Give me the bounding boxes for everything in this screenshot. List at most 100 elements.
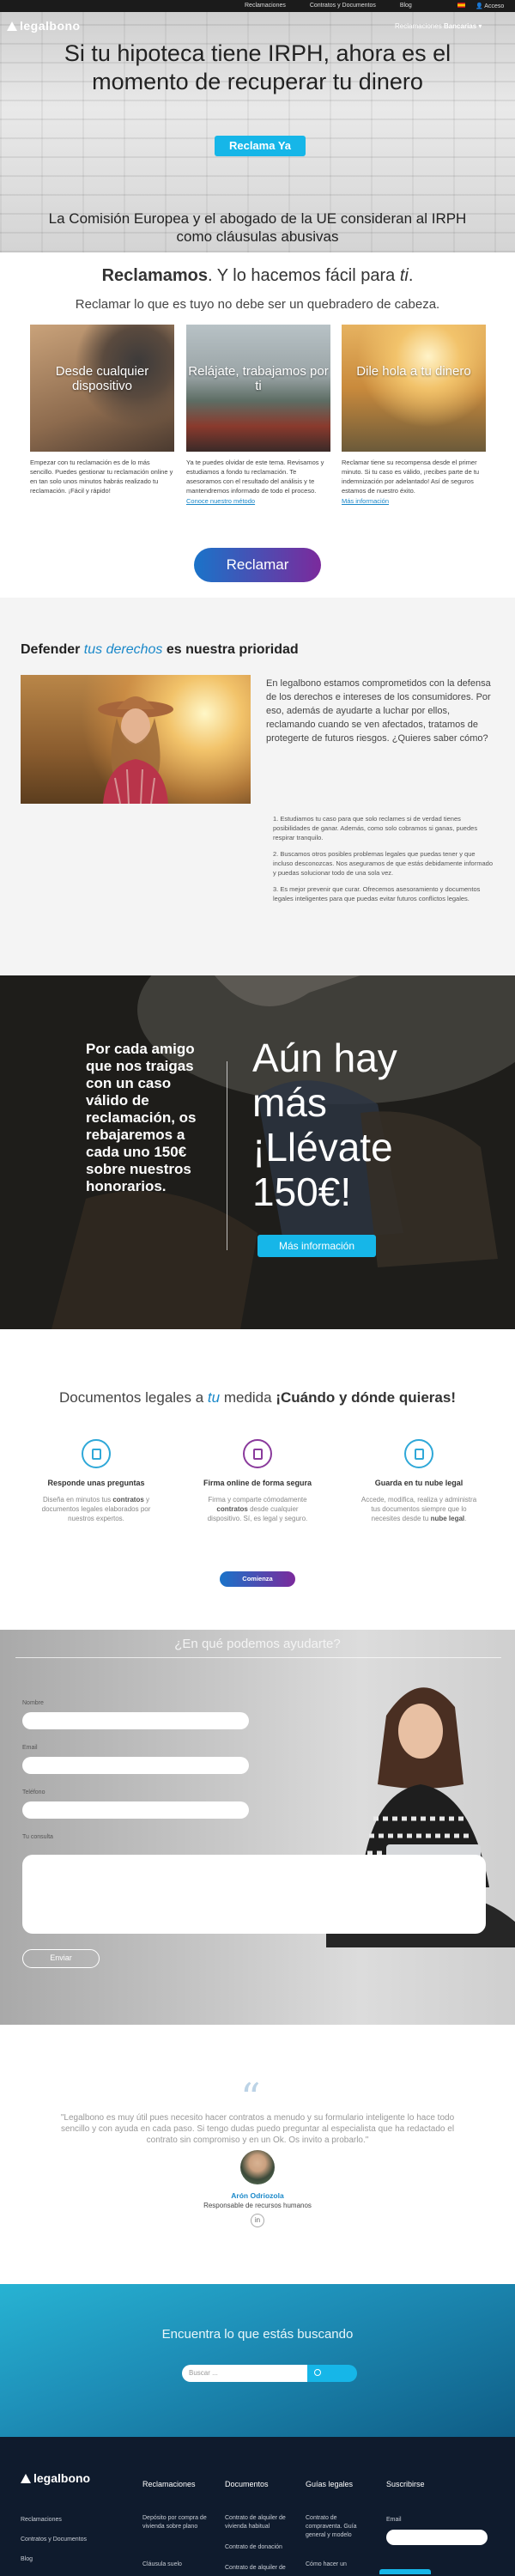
list-item: 3. Es mejor prevenir que curar. Ofrecemo… xyxy=(273,885,481,902)
feature-title: Guarda en tu nube legal xyxy=(374,1479,464,1487)
defender-list: 1. Estudiamos tu caso para que solo recl… xyxy=(273,814,496,910)
footer-link-blog[interactable]: Blog xyxy=(21,2555,33,2564)
card-link[interactable]: Conoce nuestro método xyxy=(186,497,330,505)
top-link-reclamaciones[interactable]: Reclamaciones xyxy=(245,3,286,9)
consulta-textarea[interactable] xyxy=(22,1855,486,1934)
footer-link-reclamaciones[interactable]: Reclamaciones xyxy=(21,2516,62,2524)
logo-text: legalbono xyxy=(20,19,81,33)
footer-link[interactable]: Contrato de donación xyxy=(225,2543,294,2552)
feature-title: Firma online de forma segura xyxy=(203,1479,312,1487)
logo-triangle-icon xyxy=(21,2474,31,2483)
card-label: Dile hola a tu dinero xyxy=(356,364,471,379)
footer-link[interactable]: Depósito por compra de vivienda sobre pl… xyxy=(142,2514,211,2531)
linkedin-icon[interactable]: in xyxy=(251,2214,264,2227)
card-text: Empezar con tu reclamación es de lo más … xyxy=(30,459,173,495)
footer-link-contratos[interactable]: Contratos y Documentos xyxy=(21,2536,87,2544)
top-link-contratos[interactable]: Contratos y Documentos xyxy=(310,3,376,9)
footer-link[interactable]: Cómo hacer un xyxy=(306,2561,374,2569)
consulta-label: Tu consulta xyxy=(22,1834,53,1840)
title-em: ti xyxy=(399,266,409,285)
woman-hat-photo xyxy=(21,675,251,804)
feature-title: Responde unas preguntas xyxy=(47,1479,145,1487)
card-label: Relájate, trabajamos por ti xyxy=(188,364,329,393)
contact-divider xyxy=(15,1657,501,1658)
list-item: 2. Buscamos otros posibles problemas leg… xyxy=(273,850,493,877)
comienza-button[interactable]: Comienza xyxy=(220,1571,295,1587)
account-link[interactable]: 👤 Acceso xyxy=(476,3,504,9)
nav-dropdown[interactable]: Reclamaciones Bancarias ▾ xyxy=(395,22,482,30)
nombre-field[interactable] xyxy=(22,1712,249,1729)
card-relajate: Relájate, trabajamos por ti Ya te puedes… xyxy=(186,325,330,505)
title-pre: Documentos legales a xyxy=(58,1389,208,1406)
logo-text: legalbono xyxy=(33,2471,91,2485)
enviar-button[interactable]: Enviar xyxy=(22,1949,100,1968)
card-text: Reclamar tiene su recompensa desde el pr… xyxy=(342,459,480,495)
email-label: Email xyxy=(22,1745,38,1751)
card-text: Ya te puedes olvidar de este tema. Revis… xyxy=(186,459,324,495)
nav-prefix: Reclamaciones xyxy=(395,22,442,30)
subscribe-button[interactable] xyxy=(379,2569,431,2574)
footer-link[interactable]: Contrato de compraventa. Guía general y … xyxy=(306,2514,374,2540)
document-icon xyxy=(82,1439,111,1468)
contact-title: ¿En qué podemos ayudarte? xyxy=(174,1637,341,1651)
search-button[interactable] xyxy=(307,2365,357,2382)
title-post: es nuestra prioridad xyxy=(162,642,299,657)
top-link-blog[interactable]: Blog xyxy=(400,3,412,9)
footer-heading: Reclamaciones xyxy=(142,2480,196,2488)
defender-title: Defender tus derechos es nuestra priorid… xyxy=(21,642,299,658)
feature-nube: Guarda en tu nube legal Accede, modifica… xyxy=(360,1439,477,1523)
telefono-field[interactable] xyxy=(22,1801,249,1819)
feature-text: Diseña en minutos tus contratos y docume… xyxy=(41,1496,151,1522)
footer-heading: Suscribirse xyxy=(386,2480,425,2488)
reclamar-button[interactable]: Reclamar xyxy=(194,548,321,582)
footer-link[interactable]: Cláusula suelo xyxy=(142,2561,211,2569)
nav-bold: Bancarias xyxy=(443,22,477,30)
title-mid: medida xyxy=(220,1389,276,1406)
search-icon xyxy=(314,2369,321,2376)
title-pre: Defender xyxy=(21,642,84,657)
hero-subtitle: La Comisión Europea y el abogado de la U… xyxy=(48,210,467,245)
search-title: Encuentra lo que estás buscando xyxy=(161,2327,354,2342)
footer xyxy=(0,2437,515,2576)
telefono-label: Teléfono xyxy=(22,1789,45,1795)
feature-text: Firma y comparte cómodamente contratos d… xyxy=(207,1496,308,1522)
footer-heading: Documentos xyxy=(225,2480,269,2488)
logo-triangle-icon xyxy=(7,21,17,31)
footer-link[interactable]: Contrato de alquiler de vivienda habitua… xyxy=(225,2514,294,2531)
account-label: Acceso xyxy=(484,3,505,9)
site-logo[interactable]: legalbono xyxy=(7,19,81,33)
top-links: Reclamaciones Contratos y Documentos Blo… xyxy=(245,3,434,9)
footer-heading: Guías legales xyxy=(306,2480,354,2488)
feature-responde: Responde unas preguntas Diseña en minuto… xyxy=(38,1439,154,1523)
newsletter-email-input[interactable] xyxy=(386,2530,488,2545)
hero-section: legalbono Reclamaciones Bancarias ▾ Si t… xyxy=(0,12,515,252)
referral-promo-section: Por cada amigo que nos traigas con un ca… xyxy=(0,975,515,1329)
reclama-ya-button[interactable]: Reclama Ya xyxy=(215,136,306,156)
card-dinero: Dile hola a tu dinero Reclamar tiene su … xyxy=(342,325,486,505)
card-image: Dile hola a tu dinero xyxy=(342,325,486,452)
defender-paragraph: En legalbono estamos comprometidos con l… xyxy=(266,678,491,744)
woman-hat-illustration xyxy=(98,696,173,804)
hero-title: Si tu hipoteca tiene IRPH, ahora es el m… xyxy=(64,40,451,94)
avatar xyxy=(240,2150,275,2184)
language-flag-icon[interactable] xyxy=(457,3,465,8)
mas-informacion-button[interactable]: Más información xyxy=(258,1235,376,1257)
title-rest: . Y lo hacemos fácil para xyxy=(208,266,400,285)
testimonial-role: Responsable de recursos humanos xyxy=(203,2202,312,2209)
title-bold: ¡Cuándo y dónde quieras! xyxy=(276,1389,456,1406)
feature-text: Accede, modifica, realiza y administra t… xyxy=(360,1496,477,1522)
card-link[interactable]: Más información xyxy=(342,497,486,505)
footer-link[interactable]: Contrato de alquiler de xyxy=(225,2564,294,2573)
search-input[interactable]: Buscar ... xyxy=(182,2365,307,2382)
cloud-icon xyxy=(404,1439,433,1468)
card-label: Desde cualquier dispositivo xyxy=(55,364,149,393)
title-em: tu xyxy=(207,1389,221,1406)
list-item: 1. Estudiamos tu caso para que solo recl… xyxy=(273,815,478,841)
email-field[interactable] xyxy=(22,1757,249,1774)
title-em: tus derechos xyxy=(83,642,163,657)
promo-headline: Aún hay más ¡Llévate 150€! xyxy=(252,1036,397,1214)
nombre-label: Nombre xyxy=(22,1700,44,1706)
card-dispositivo: Desde cualquier dispositivo Empezar con … xyxy=(30,325,174,495)
title-end: . xyxy=(408,266,414,285)
footer-logo[interactable]: legalbono xyxy=(21,2471,90,2485)
